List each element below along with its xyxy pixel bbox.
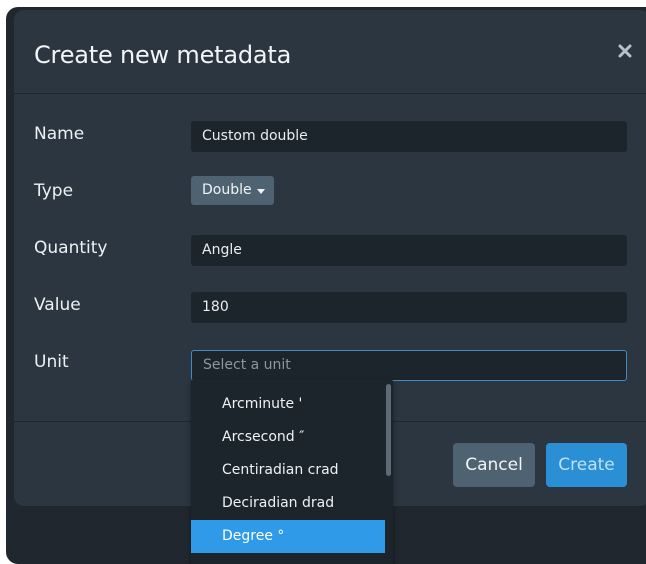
type-dropdown-button[interactable]: Double [191,176,274,205]
unit-option-arcsecond[interactable]: Arcsecond ″ [191,421,385,454]
modal-header: Create new metadata [14,10,646,94]
unit-option-degree[interactable]: Degree ° [191,520,385,553]
name-label: Name [34,124,85,144]
type-label: Type [34,181,74,201]
unit-select-input[interactable]: Select a unit [191,350,627,381]
quantity-input[interactable]: Angle [191,235,627,266]
unit-dropdown-list[interactable]: Arcminute ' Arcsecond ″ Centiradian crad… [191,379,393,564]
app-window: Create new metadata Name Custom double T… [6,7,646,564]
cancel-button[interactable]: Cancel [453,443,535,487]
value-input[interactable]: 180 [191,292,627,323]
name-input[interactable]: Custom double [191,121,627,152]
unit-option-arcminute[interactable]: Arcminute ' [191,388,385,421]
type-value: Double [202,182,252,198]
unit-label: Unit [34,352,69,372]
create-button[interactable]: Create [546,443,627,487]
dropdown-scrollbar[interactable] [386,384,391,476]
unit-option-deciradian[interactable]: Deciradian drad [191,487,385,520]
caret-down-icon [256,188,265,194]
unit-option-centiradian[interactable]: Centiradian crad [191,454,385,487]
value-label: Value [34,295,81,315]
close-icon[interactable] [616,42,634,60]
modal-title: Create new metadata [34,41,292,69]
quantity-label: Quantity [34,238,108,258]
